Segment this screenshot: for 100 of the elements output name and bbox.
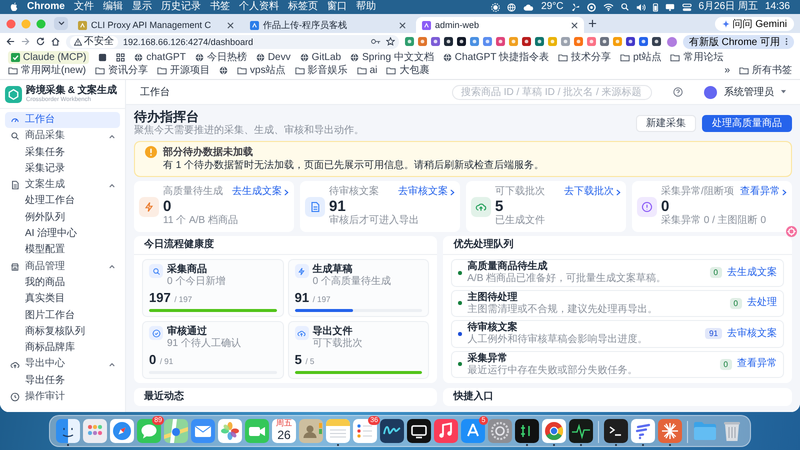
browser-tab[interactable]: 作品上传-程序员客栈 bbox=[244, 17, 412, 33]
stat-link[interactable]: 查看异常 bbox=[740, 186, 787, 198]
nav-item[interactable]: 模型配置 bbox=[5, 242, 120, 259]
menu-item[interactable]: 书签 bbox=[210, 0, 230, 14]
nav-item[interactable]: 我的商品 bbox=[5, 274, 120, 292]
security-chip[interactable]: 不安全 bbox=[70, 36, 118, 48]
app-store-icon[interactable] bbox=[461, 418, 485, 442]
avatar[interactable] bbox=[704, 86, 717, 98]
address-bar[interactable]: 不安全 192.168.66.126:4274/dashboard bbox=[66, 34, 399, 48]
bookmark[interactable]: vps站点 bbox=[237, 64, 286, 77]
extension-icon[interactable] bbox=[444, 37, 453, 46]
bookmark[interactable]: 资讯分享 bbox=[95, 64, 148, 77]
extension-icon[interactable] bbox=[652, 37, 661, 46]
compass-icon[interactable] bbox=[110, 418, 134, 442]
app-menu[interactable]: Chrome bbox=[27, 0, 65, 14]
secondary-button[interactable]: 新建采集 bbox=[636, 114, 696, 132]
key-icon[interactable] bbox=[370, 38, 381, 45]
starburst-icon[interactable] bbox=[658, 418, 682, 442]
terminal-icon[interactable] bbox=[604, 418, 628, 442]
bookmark[interactable]: Spring 中文文档 bbox=[350, 51, 434, 64]
flower-icon[interactable] bbox=[218, 418, 242, 442]
bookmark[interactable]: 今日热榜 bbox=[194, 51, 247, 64]
user-name[interactable]: 系统管理员 bbox=[724, 85, 774, 99]
bookmark[interactable]: 技术分享 bbox=[558, 51, 612, 64]
search-icon[interactable] bbox=[620, 3, 628, 11]
close-icon[interactable] bbox=[571, 22, 578, 28]
bookmark[interactable]: 常用论坛 bbox=[670, 51, 724, 64]
menu-item[interactable]: 帮助 bbox=[356, 0, 376, 14]
display-icon[interactable] bbox=[664, 2, 674, 12]
map-icon[interactable] bbox=[164, 418, 188, 442]
bookmark[interactable] bbox=[219, 66, 228, 75]
menu-item[interactable]: 历史记录 bbox=[160, 0, 201, 14]
caret-icon[interactable] bbox=[781, 90, 786, 94]
square-icon[interactable] bbox=[98, 53, 108, 62]
menu-item[interactable]: 编辑 bbox=[102, 0, 123, 14]
battery-icon[interactable] bbox=[652, 2, 658, 12]
menu-bar-time[interactable]: 14:36 bbox=[764, 0, 790, 14]
wifi-icon[interactable] bbox=[602, 3, 614, 11]
all-bookmarks[interactable]: 所有书签 bbox=[739, 64, 792, 77]
browser-tab[interactable]: admin-web bbox=[416, 17, 584, 33]
music-note-icon[interactable] bbox=[434, 418, 458, 442]
new-tab-icon[interactable] bbox=[588, 19, 597, 28]
nav-item[interactable]: AI 治理中心 bbox=[5, 226, 120, 242]
extension-icon[interactable] bbox=[522, 37, 531, 46]
speaker-icon[interactable] bbox=[636, 2, 646, 12]
bookmark[interactable]: GitLab bbox=[300, 51, 342, 64]
console-icon[interactable] bbox=[515, 418, 539, 442]
tab-search-button[interactable] bbox=[54, 17, 68, 30]
help-icon[interactable] bbox=[673, 87, 683, 97]
extension-icon[interactable] bbox=[456, 37, 466, 46]
apple-logo-icon[interactable] bbox=[10, 2, 18, 12]
tv-icon[interactable] bbox=[407, 418, 431, 442]
nav-item[interactable]: 图片工作台 bbox=[5, 308, 120, 324]
grid-icon[interactable] bbox=[116, 53, 126, 62]
browser-tab[interactable]: CLI Proxy API Management C bbox=[72, 17, 240, 33]
gemini-button[interactable]: 问问 Gemini bbox=[714, 16, 794, 30]
bookmark[interactable]: Devv bbox=[256, 51, 291, 64]
circle-status-icon[interactable] bbox=[586, 2, 596, 12]
bookmark[interactable]: Claude (MCP) bbox=[8, 51, 90, 64]
globe-icon[interactable] bbox=[507, 2, 516, 12]
pulse-icon[interactable] bbox=[569, 418, 593, 442]
chat-bubble-icon[interactable] bbox=[137, 418, 161, 442]
bookmark[interactable]: 常用网址(new) bbox=[8, 64, 86, 77]
envelope-icon[interactable] bbox=[191, 418, 215, 442]
queue-link[interactable]: 去生成文案 bbox=[726, 266, 777, 279]
nav-item[interactable]: 商标品牌库 bbox=[5, 340, 120, 356]
star-icon[interactable] bbox=[386, 37, 395, 46]
profile-avatar[interactable] bbox=[666, 36, 677, 46]
fan-icon[interactable] bbox=[570, 2, 580, 12]
bookmark[interactable]: ChatGPT 快捷指令表 bbox=[442, 51, 550, 64]
primary-button[interactable]: 处理高质量商品 bbox=[702, 114, 792, 132]
scribble-icon[interactable] bbox=[380, 418, 404, 442]
nav-group[interactable]: 文案生成 bbox=[5, 177, 120, 194]
more-bookmarks[interactable]: » bbox=[724, 64, 730, 77]
update-chrome-button[interactable]: 有新版 Chrome 可用 bbox=[682, 34, 794, 48]
nav-item[interactable]: 采集任务 bbox=[5, 144, 120, 161]
menu-item[interactable]: 显示 bbox=[132, 0, 152, 14]
stat-link[interactable]: 去生成文案 bbox=[232, 186, 289, 198]
nav-group[interactable]: 商品管理 bbox=[5, 258, 120, 275]
stripes-icon[interactable] bbox=[631, 418, 655, 442]
cloud-icon[interactable] bbox=[523, 4, 534, 10]
bookmark[interactable]: 大包裹 bbox=[386, 64, 430, 77]
nav-item[interactable]: 工作台 bbox=[5, 112, 120, 128]
floating-widget-icon[interactable] bbox=[786, 226, 797, 237]
nav-item[interactable]: 处理工作台 bbox=[5, 193, 120, 210]
queue-link[interactable]: 去审核文案 bbox=[726, 328, 777, 340]
control-center-icon[interactable] bbox=[682, 2, 692, 12]
menu-item[interactable]: 窗口 bbox=[326, 0, 347, 14]
menu-item[interactable]: 文件 bbox=[74, 0, 94, 14]
search-field[interactable]: 搜索商品 ID / 草稿 ID / 批次名 / 来源标题 bbox=[452, 84, 652, 100]
close-icon[interactable] bbox=[227, 22, 234, 28]
nav-group[interactable]: 导出中心 bbox=[5, 356, 120, 373]
home-icon[interactable] bbox=[51, 37, 60, 46]
extension-icon[interactable] bbox=[626, 37, 635, 46]
reload-icon[interactable] bbox=[36, 37, 45, 46]
menu-item[interactable]: 标签页 bbox=[288, 0, 318, 14]
finder-face-icon[interactable] bbox=[56, 418, 80, 442]
nav-item[interactable]: 例外队列 bbox=[5, 210, 120, 226]
bookmark[interactable]: pt站点 bbox=[620, 51, 662, 64]
nav-item[interactable]: 真实类目 bbox=[5, 291, 120, 308]
